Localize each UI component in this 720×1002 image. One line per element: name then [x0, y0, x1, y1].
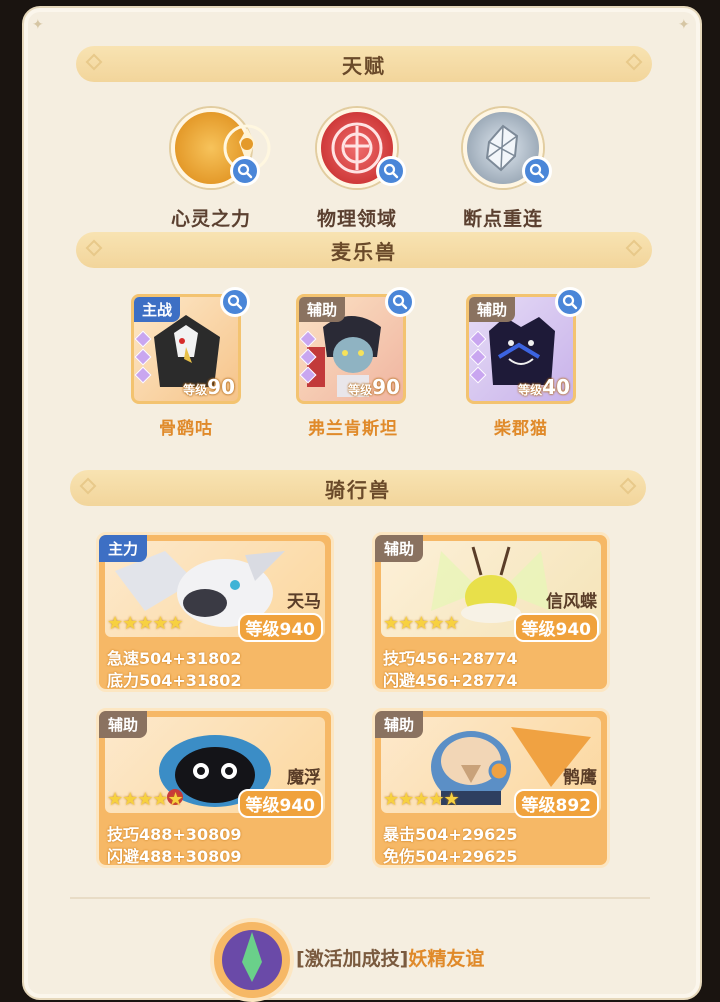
diamond-ornament-icon — [625, 53, 643, 71]
pet-name: 柴郡猫 — [494, 419, 548, 439]
star-rating: ★★★★★ — [107, 789, 184, 810]
mount-name: 信风蝶 — [546, 592, 597, 612]
section-header-talent: 天赋 — [76, 46, 652, 82]
diamond-ornament-icon — [85, 239, 103, 257]
diamond-ornament-icon — [625, 239, 643, 257]
inspect-button[interactable] — [230, 156, 260, 186]
magnifier-icon — [392, 294, 408, 310]
magnifier-icon — [383, 163, 399, 179]
diamond-ornament-icon — [79, 477, 97, 495]
section-header-pets: 麦乐兽 — [76, 232, 652, 268]
pet-level: 等级40 — [518, 375, 570, 399]
section-title: 天赋 — [342, 53, 386, 78]
role-tag-main: 主力 — [99, 535, 148, 562]
talent-item-physical-domain[interactable]: 物理领域 — [292, 108, 422, 231]
inspect-button[interactable] — [220, 287, 250, 317]
inspect-button[interactable] — [376, 156, 406, 186]
talent-name: 物理领域 — [316, 208, 397, 230]
mount-stat: 技巧456+28774 — [383, 649, 518, 668]
magnifier-icon — [562, 294, 578, 310]
mount-name: 魔浮 — [287, 768, 321, 788]
mount-stat: 底力504+31802 — [107, 671, 242, 690]
role-tag-support: 辅助 — [299, 297, 346, 322]
star-rating: ★★★★★ — [383, 613, 460, 634]
mount-level: 等级940 — [237, 789, 323, 818]
talent-name: 断点重连 — [462, 208, 543, 230]
corner-ornament-icon: ✦ — [32, 17, 44, 33]
talent-item-mind-power[interactable]: 心灵之力 — [146, 108, 276, 231]
inspect-button[interactable] — [555, 287, 585, 317]
mount-stat: 急速504+31802 — [107, 649, 242, 668]
section-header-mounts: 骑行兽 — [70, 470, 646, 506]
section-title: 骑行兽 — [325, 477, 391, 502]
mount-stat: 闪避488+30809 — [107, 847, 242, 866]
talent-name: 心灵之力 — [170, 208, 251, 230]
mount-level: 等级940 — [237, 613, 323, 642]
star-rating: ★★★★★ — [107, 613, 184, 634]
pet-name: 弗兰肯斯坦 — [308, 419, 398, 439]
mount-card-falcon[interactable]: 辅助 鹘鹰 ★★★★★ 等级892 暴击504+29625 免伤504+2962… — [372, 708, 610, 868]
star-rating: ★★★★★ — [383, 789, 460, 810]
mount-stat: 暴击504+29625 — [383, 825, 518, 844]
diamond-ornament-icon — [85, 53, 103, 71]
mount-name: 天马 — [287, 592, 321, 612]
pet-level: 等级90 — [183, 375, 235, 399]
fairy-avatar-icon — [210, 918, 294, 1002]
bonus-skill-label: [激活加成技]妖精友谊 — [296, 944, 484, 971]
talent-item-reconnect[interactable]: 断点重连 — [438, 108, 568, 231]
magnifier-icon — [529, 163, 545, 179]
diamond-ornament-icon — [619, 477, 637, 495]
magnifier-icon — [227, 294, 243, 310]
corner-ornament-icon: ✦ — [678, 17, 690, 33]
mount-stat: 免伤504+29625 — [383, 847, 518, 866]
magnifier-icon — [237, 163, 253, 179]
role-tag-support: 辅助 — [375, 711, 424, 738]
pet-name: 骨鹞咕 — [159, 419, 213, 439]
mount-name: 鹘鹰 — [563, 768, 597, 788]
mount-card-pegasus[interactable]: 主力 天马 ★★★★★ 等级940 急速504+31802 底力504+3180… — [96, 532, 334, 692]
mount-stat: 技巧488+30809 — [107, 825, 242, 844]
inspect-button[interactable] — [522, 156, 552, 186]
mount-card-wind-butterfly[interactable]: 辅助 信风蝶 ★★★★★ 等级940 技巧456+28774 闪避456+287… — [372, 532, 610, 692]
role-tag-main: 主战 — [134, 297, 181, 322]
bonus-bracket-text: [激活加成技] — [296, 948, 409, 970]
pet-level: 等级90 — [348, 375, 400, 399]
role-tag-support: 辅助 — [469, 297, 516, 322]
inspect-button[interactable] — [385, 287, 415, 317]
bonus-skill-name: 妖精友谊 — [408, 948, 485, 970]
mount-stat: 闪避456+28774 — [383, 671, 518, 690]
mount-level: 等级940 — [513, 613, 599, 642]
section-divider — [70, 897, 650, 899]
mount-card-mofu[interactable]: 辅助 魔浮 ★★★★★ 等级940 技巧488+30809 闪避488+3080… — [96, 708, 334, 868]
section-title: 麦乐兽 — [331, 239, 397, 264]
role-tag-support: 辅助 — [375, 535, 424, 562]
mount-level: 等级892 — [513, 789, 599, 818]
role-tag-support: 辅助 — [99, 711, 148, 738]
